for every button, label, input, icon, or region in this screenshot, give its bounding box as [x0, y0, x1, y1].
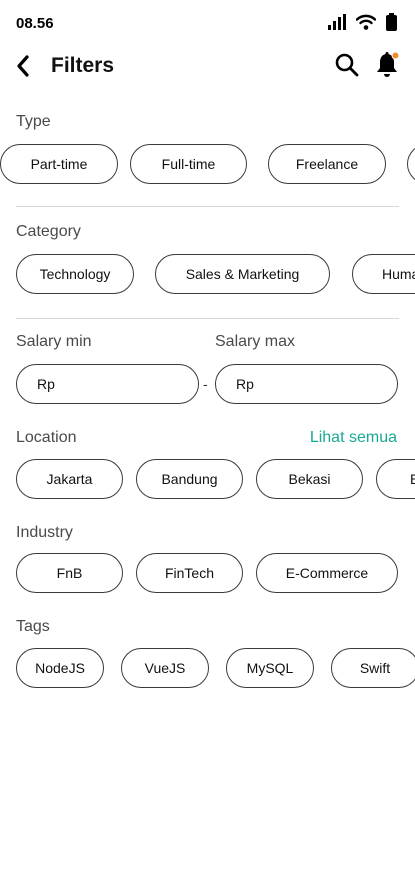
chevron-left-icon — [17, 55, 29, 77]
chip-type-freelance[interactable]: Freelance — [268, 144, 386, 184]
salary-min-label: Salary min — [16, 333, 92, 350]
chip-location-jakarta[interactable]: Jakarta — [16, 459, 123, 499]
battery-icon — [386, 13, 397, 31]
chip-type-full-time[interactable]: Full-time — [130, 144, 247, 184]
chip-industry-fnb[interactable]: FnB — [16, 553, 123, 593]
status-time: 08.56 — [16, 15, 54, 32]
chip-type-part-time[interactable]: Part-time — [0, 144, 118, 184]
wifi-icon — [356, 14, 376, 30]
location-label: Location — [16, 429, 77, 446]
salary-min-prefix: Rp — [37, 376, 55, 392]
chip-type-more[interactable] — [407, 144, 415, 184]
salary-max-label: Salary max — [215, 333, 296, 350]
chip-tag-swift[interactable]: Swift — [331, 648, 415, 688]
chip-tag-nodejs[interactable]: NodeJS — [16, 648, 104, 688]
type-label: Type — [16, 113, 51, 130]
status-bar: 08.56 — [0, 0, 415, 44]
chip-location-more[interactable]: B — [376, 459, 415, 499]
industry-chips: FnB FinTech E-Commerce — [0, 553, 415, 595]
search-button[interactable] — [334, 52, 360, 78]
salary-separator: - — [203, 376, 208, 392]
chip-industry-e-commerce[interactable]: E-Commerce — [256, 553, 398, 593]
chip-category-technology[interactable]: Technology — [16, 254, 134, 294]
divider — [16, 206, 399, 207]
divider — [16, 318, 399, 319]
page-title: Filters — [51, 54, 115, 77]
tags-label: Tags — [16, 618, 50, 635]
tags-chips: NodeJS VueJS MySQL Swift — [0, 648, 415, 690]
chip-location-bandung[interactable]: Bandung — [136, 459, 243, 499]
location-chips: Jakarta Bandung Bekasi B — [0, 459, 415, 501]
chip-category-sales-marketing[interactable]: Sales & Marketing — [155, 254, 330, 294]
chip-tag-mysql[interactable]: MySQL — [226, 648, 314, 688]
chip-category-human[interactable]: Huma — [352, 254, 415, 294]
salary-min-input[interactable]: Rp — [16, 364, 199, 404]
back-button[interactable] — [12, 52, 38, 80]
industry-label: Industry — [16, 524, 73, 541]
chip-tag-vuejs[interactable]: VueJS — [121, 648, 209, 688]
salary-max-input[interactable]: Rp — [215, 364, 398, 404]
bell-icon — [377, 51, 400, 77]
chip-industry-fintech[interactable]: FinTech — [136, 553, 243, 593]
status-icons — [328, 13, 397, 31]
type-chips: Part-time Full-time Freelance — [0, 144, 415, 186]
notifications-button[interactable] — [374, 50, 402, 80]
category-chips: Technology Sales & Marketing Huma — [0, 254, 415, 296]
salary-max-prefix: Rp — [236, 376, 254, 392]
signal-icon — [328, 14, 346, 30]
category-label: Category — [16, 223, 81, 240]
notification-dot — [391, 51, 400, 60]
chip-location-bekasi[interactable]: Bekasi — [256, 459, 363, 499]
location-see-all-link[interactable]: Lihat semua — [310, 429, 397, 447]
search-icon — [335, 53, 359, 77]
filters-screen: 08.56 Filters Type Part-time Full-time F… — [0, 0, 415, 896]
app-header: Filters — [0, 44, 415, 88]
